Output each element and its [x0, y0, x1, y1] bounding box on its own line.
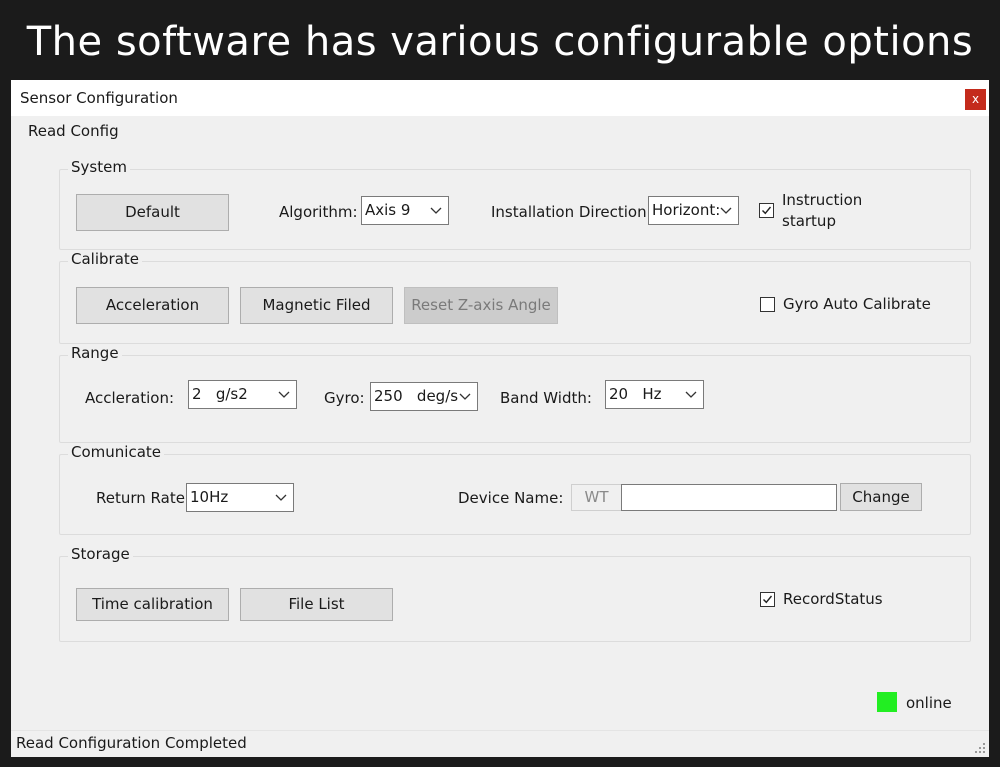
record-status-label: RecordStatus [783, 590, 883, 608]
installation-direction-select[interactable]: Horizont: [648, 196, 739, 225]
chevron-down-icon [719, 197, 733, 224]
status-bar: Read Configuration Completed [11, 730, 989, 757]
calibrate-legend: Calibrate [68, 250, 142, 268]
device-name-input[interactable] [621, 484, 837, 511]
title-bar: Sensor Configuration x [11, 80, 989, 116]
gyro-auto-calibrate-checkbox[interactable] [760, 297, 775, 312]
chevron-down-icon [275, 494, 287, 501]
bandwidth-select[interactable]: 20 Hz [605, 380, 704, 409]
instruction-startup-checkbox[interactable] [759, 203, 774, 218]
sensor-config-window: Sensor Configuration x Read Config Syste… [11, 80, 989, 757]
communicate-legend: Comunicate [68, 443, 164, 461]
device-name-prefix: WT [571, 484, 622, 511]
device-name-label: Device Name: [458, 489, 564, 507]
return-rate-select[interactable]: 10Hz [186, 483, 294, 512]
chevron-down-icon [685, 391, 697, 398]
system-group: System Default Algorithm: Axis 9 Install… [59, 158, 971, 250]
default-button[interactable]: Default [76, 194, 229, 231]
chevron-down-icon [278, 391, 290, 398]
storage-legend: Storage [68, 545, 133, 563]
record-status-checkbox[interactable] [760, 592, 775, 607]
file-list-button[interactable]: File List [240, 588, 393, 621]
gyro-range-value: 250 deg/s [374, 387, 459, 405]
check-icon [762, 206, 772, 215]
system-legend: System [68, 158, 130, 176]
magnetic-field-button[interactable]: Magnetic Filed [240, 287, 393, 324]
reset-z-axis-button[interactable]: Reset Z-axis Angle [404, 287, 558, 324]
instruction-startup-label-2: startup [782, 212, 836, 230]
time-calibration-button[interactable]: Time calibration [76, 588, 229, 621]
online-status-label: online [906, 694, 952, 712]
change-button[interactable]: Change [840, 483, 922, 511]
status-message: Read Configuration Completed [16, 734, 247, 752]
bandwidth-value: 20 Hz [609, 385, 662, 403]
acceleration-range-label: Accleration: [85, 389, 175, 407]
algorithm-label: Algorithm: [279, 203, 358, 221]
chevron-down-icon [430, 207, 442, 214]
acceleration-button[interactable]: Acceleration [76, 287, 229, 324]
close-button[interactable]: x [965, 89, 986, 110]
gyro-range-select[interactable]: 250 deg/s [370, 382, 478, 411]
window-title: Sensor Configuration [20, 89, 178, 107]
online-status-led [877, 692, 897, 712]
instruction-startup-label-1: Instruction [782, 191, 863, 209]
gyro-auto-calibrate-label: Gyro Auto Calibrate [783, 295, 931, 313]
check-icon [763, 595, 773, 604]
range-legend: Range [68, 344, 122, 362]
installation-direction-value: Horizont: [652, 201, 721, 219]
algorithm-select[interactable]: Axis 9 [361, 196, 449, 225]
communicate-group: Comunicate Return Rate: 10Hz Device Name… [59, 443, 971, 535]
storage-group: Storage Time calibration File List Recor… [59, 545, 971, 642]
menu-read-config[interactable]: Read Config [28, 122, 119, 140]
chevron-down-icon [459, 393, 471, 400]
bandwidth-label: Band Width: [500, 389, 592, 407]
acceleration-range-value: 2 g/s2 [192, 385, 248, 403]
return-rate-label: Return Rate: [96, 489, 190, 507]
return-rate-value: 10Hz [190, 488, 229, 506]
installation-direction-label: Installation Direction: [491, 203, 652, 221]
resize-grip-icon[interactable] [974, 742, 986, 754]
acceleration-range-select[interactable]: 2 g/s2 [188, 380, 297, 409]
algorithm-value: Axis 9 [365, 201, 411, 219]
caption-banner: The software has various configurable op… [0, 0, 1000, 80]
calibrate-group: Calibrate Acceleration Magnetic Filed Re… [59, 250, 971, 344]
range-group: Range Accleration: 2 g/s2 Gyro: 250 deg/… [59, 344, 971, 443]
gyro-range-label: Gyro: [324, 389, 365, 407]
